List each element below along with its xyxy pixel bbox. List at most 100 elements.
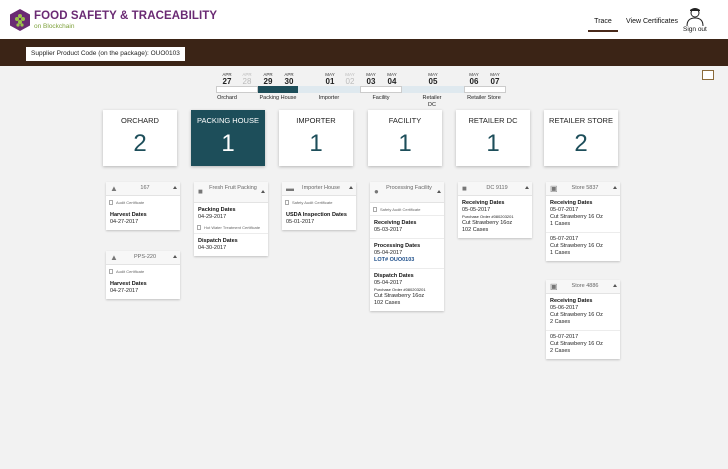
app-title: FOOD SAFETY & TRACEABILITY bbox=[34, 10, 218, 22]
card-header[interactable]: ▣ Store 5837 bbox=[546, 182, 620, 196]
timeline-date: MAY 01 bbox=[325, 72, 335, 86]
card-section: Dispatch Dates 04-30-2017 bbox=[198, 238, 238, 251]
user-avatar-icon[interactable] bbox=[685, 6, 705, 26]
card-section: Packing Dates 04-29-2017 bbox=[198, 207, 236, 220]
card-title: 167 bbox=[140, 185, 150, 191]
collapse-caret-icon[interactable] bbox=[613, 186, 617, 189]
card-section: USDA Inspection Dates 05-01-2017 bbox=[286, 212, 347, 225]
card-title: DC 9119 bbox=[486, 185, 508, 191]
stage-count: 1 bbox=[309, 130, 323, 157]
card-section: Receiving Dates 05-03-2017 bbox=[370, 216, 444, 239]
collapse-caret-icon[interactable] bbox=[173, 186, 177, 189]
stage-count: 1 bbox=[486, 130, 500, 157]
stage-count: 2 bbox=[574, 130, 588, 157]
truck-icon: ▬ bbox=[286, 184, 294, 193]
grape-logo-icon bbox=[10, 9, 30, 31]
card-section: Receiving Dates 05-06-2017 Cut Strawberr… bbox=[546, 294, 620, 331]
timeline-date: APR 30 bbox=[284, 72, 294, 86]
card-header[interactable]: ■ DC 9119 bbox=[458, 182, 532, 196]
timeline-date: MAY 06 bbox=[469, 72, 479, 86]
card-title: Store 5837 bbox=[571, 185, 599, 191]
card-header[interactable]: ▣ Store 4886 bbox=[546, 280, 620, 294]
card-section: Harvest Dates 04-27-2017 bbox=[110, 281, 147, 294]
stage-card-importer[interactable]: IMPORTER 1 bbox=[279, 110, 353, 166]
stage-card-facility[interactable]: FACILITY 1 bbox=[368, 110, 442, 166]
certificate-link[interactable]: Audit Certificate bbox=[106, 196, 180, 208]
importer-detail-card: ▬ Importer House Safety Audit Certificat… bbox=[282, 182, 356, 230]
warehouse-icon: ■ bbox=[462, 184, 467, 193]
card-section: Receiving Dates 05-05-2017 Purchase Orde… bbox=[462, 200, 514, 233]
card-header[interactable]: ▬ Importer House bbox=[282, 182, 356, 196]
stage-card-orchard[interactable]: ORCHARD 2 bbox=[103, 110, 177, 166]
sign-out-link[interactable]: Sign out bbox=[683, 26, 707, 33]
card-section: Receiving Dates 05-07-2017 Cut Strawberr… bbox=[546, 196, 620, 233]
card-header[interactable]: ▲ 167 bbox=[106, 182, 180, 196]
lot-number-link[interactable]: LOT# OUO0103 bbox=[374, 257, 440, 264]
timeline-date: MAY 02 bbox=[345, 72, 355, 86]
timeline-segment-orchard[interactable] bbox=[216, 86, 258, 93]
stage-card-retailer-store[interactable]: RETAILER STORE 2 bbox=[544, 110, 618, 166]
nav-trace-tab[interactable]: Trace bbox=[588, 18, 618, 32]
document-icon bbox=[285, 200, 289, 205]
nav-view-certificates-tab[interactable]: View Certificates bbox=[626, 18, 678, 25]
timeline-date: APR 29 bbox=[263, 72, 273, 86]
card-section: Processing Dates 05-04-2017 LOT# OUO0103 bbox=[370, 239, 444, 269]
cart-icon: ▣ bbox=[550, 282, 558, 291]
collapse-caret-icon[interactable] bbox=[349, 186, 353, 189]
timeline-label-retailer-store: Retailer Store bbox=[467, 95, 501, 101]
cart-icon: ▣ bbox=[550, 184, 558, 193]
timeline-date: MAY 07 bbox=[490, 72, 500, 86]
collapse-caret-icon[interactable] bbox=[437, 190, 441, 193]
timeline-date: APR 27 bbox=[222, 72, 232, 86]
card-header[interactable]: ■ Fresh Fruit Packing bbox=[194, 182, 268, 203]
export-icon[interactable] bbox=[702, 70, 714, 80]
stage-card-retailer-dc[interactable]: RETAILER DC 1 bbox=[456, 110, 530, 166]
certificate-link[interactable]: Safety Audit Certificate bbox=[370, 203, 444, 216]
timeline-label-facility: Facility bbox=[372, 95, 390, 101]
card-title: Processing Facility bbox=[386, 185, 432, 191]
retailer-dc-detail-card: ■ DC 9119 Receiving Dates 05-05-2017 Pur… bbox=[458, 182, 532, 238]
timeline-segment-packing-house[interactable] bbox=[258, 86, 298, 93]
card-title: Fresh Fruit Packing bbox=[209, 185, 257, 191]
card-title: PPS-220 bbox=[133, 254, 156, 260]
building-icon: ■ bbox=[198, 187, 203, 196]
timeline-segment-retailer-dc[interactable] bbox=[402, 86, 464, 93]
facility-detail-card: ● Processing Facility Safety Audit Certi… bbox=[370, 182, 444, 311]
card-section: 05-07-2017 Cut Strawberry 16 Oz 2 Cases bbox=[550, 334, 603, 354]
card-title: Importer House bbox=[302, 185, 340, 191]
document-icon bbox=[197, 225, 201, 230]
stage-count: 1 bbox=[398, 130, 412, 157]
tree-icon: ▲ bbox=[110, 253, 118, 262]
card-section: Dispatch Dates 05-04-2017 Purchase Order… bbox=[374, 273, 426, 306]
packing-house-detail-card: ■ Fresh Fruit Packing Packing Dates 04-2… bbox=[194, 182, 268, 256]
timeline-segment-retailer-store[interactable] bbox=[464, 86, 506, 93]
timeline-date: MAY 05 bbox=[428, 72, 438, 86]
card-section: Harvest Dates 04-27-2017 bbox=[110, 212, 147, 225]
conveyor-icon: ● bbox=[374, 187, 379, 196]
timeline-label-retailer-dc: Retailer DC bbox=[422, 95, 442, 108]
collapse-caret-icon[interactable] bbox=[173, 255, 177, 258]
card-header[interactable]: ▲ PPS-220 bbox=[106, 251, 180, 265]
collapse-caret-icon[interactable] bbox=[261, 190, 265, 193]
timeline-label-orchard: Orchard bbox=[217, 95, 237, 101]
tree-icon: ▲ bbox=[110, 184, 118, 193]
retailer-store-detail-card: ▣ Store 5837 Receiving Dates 05-07-2017 … bbox=[546, 182, 620, 261]
supplier-product-code-field[interactable]: Supplier Product Code (on the package): … bbox=[26, 47, 185, 61]
timeline-label-packing-house: Packing House bbox=[259, 95, 297, 101]
app-subtitle: on Blockchain bbox=[34, 23, 75, 30]
timeline-segment-facility[interactable] bbox=[360, 86, 402, 93]
collapse-caret-icon[interactable] bbox=[613, 284, 617, 287]
card-header[interactable]: ● Processing Facility bbox=[370, 182, 444, 203]
document-icon bbox=[109, 200, 113, 205]
stage-card-packing-house[interactable]: PACKING HOUSE 1 bbox=[191, 110, 265, 166]
certificate-link[interactable]: Audit Certificate bbox=[106, 265, 180, 277]
card-section: 05-07-2017 Cut Strawberry 16 Oz 1 Cases bbox=[550, 236, 603, 256]
timeline-segment-importer[interactable] bbox=[298, 86, 360, 93]
timeline-date: MAY 04 bbox=[387, 72, 397, 86]
timeline-date: APR 28 bbox=[242, 72, 252, 86]
orchard-detail-card: ▲ PPS-220 Audit Certificate Harvest Date… bbox=[106, 251, 180, 299]
certificate-link[interactable]: Safety Audit Certificate bbox=[282, 196, 356, 208]
timeline-label-importer: Importer bbox=[318, 95, 340, 101]
collapse-caret-icon[interactable] bbox=[525, 186, 529, 189]
certificate-link[interactable]: Hot Water Treatment Certificate bbox=[194, 221, 268, 234]
